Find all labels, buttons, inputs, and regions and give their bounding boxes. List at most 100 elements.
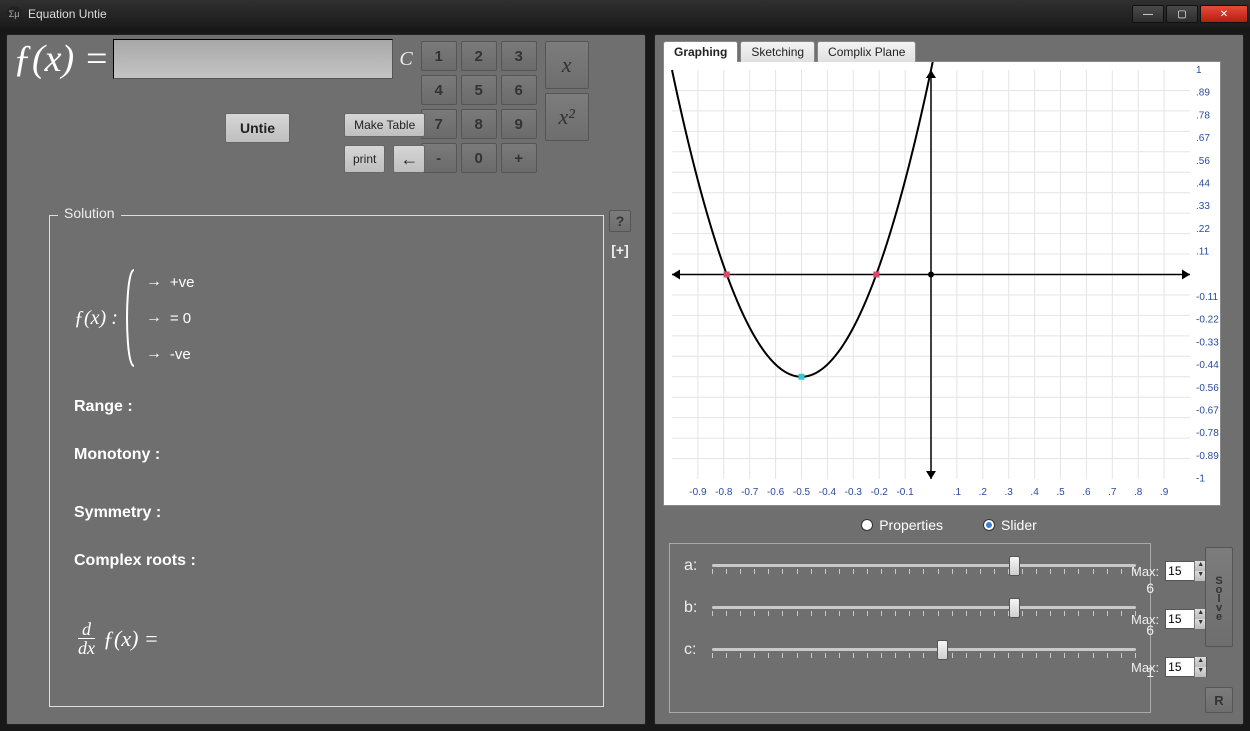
svg-text:-0.78: -0.78 — [1196, 428, 1219, 439]
svg-text:.8: .8 — [1134, 487, 1143, 498]
slider-c[interactable]: c: 1 — [684, 640, 1136, 660]
key-x2[interactable]: x² — [545, 93, 589, 141]
svg-text:.2: .2 — [979, 487, 988, 498]
max-c-label: Max: — [1131, 660, 1159, 675]
function-input[interactable] — [113, 39, 393, 79]
svg-text:-0.3: -0.3 — [845, 487, 863, 498]
make-table-button[interactable]: Make Table — [344, 113, 425, 137]
tab-complex-plane[interactable]: Complix Plane — [817, 41, 916, 62]
radio-properties[interactable]: Properties — [861, 517, 943, 533]
max-b-input[interactable] — [1166, 611, 1194, 627]
svg-text:-0.33: -0.33 — [1196, 337, 1219, 348]
maximize-button[interactable]: ▢ — [1166, 5, 1198, 23]
graph-canvas[interactable]: -0.9-0.8-0.7-0.6-0.5-0.4-0.3-0.2-0.1.1.2… — [663, 61, 1221, 506]
sign-negative: -ve — [170, 346, 191, 363]
key-7[interactable]: 7 — [421, 109, 457, 139]
right-panel: Graphing Sketching Complix Plane -0.9 -0.… — [654, 34, 1244, 725]
sliders-panel: a: 6 b: 6 c: 1 — [669, 543, 1151, 713]
sign-zero: = 0 — [170, 310, 191, 327]
svg-text:-0.4: -0.4 — [819, 487, 837, 498]
max-a-label: Max: — [1131, 564, 1159, 579]
solution-fx-label: ƒ(x) : — [74, 307, 118, 330]
svg-text:.33: .33 — [1196, 201, 1210, 212]
arrow-icon: → — [146, 309, 162, 327]
tab-sketching[interactable]: Sketching — [740, 41, 815, 62]
derivative-label: d dx ƒ(x) = — [74, 620, 587, 659]
window-title: Equation Untie — [28, 7, 107, 21]
svg-text:-0.2: -0.2 — [871, 487, 889, 498]
arrow-icon: → — [146, 273, 162, 291]
range-label: Range : — [74, 398, 587, 416]
solution-panel: Solution ? [+] ƒ(x) : →+ve →= 0 →- — [49, 215, 604, 707]
key-8[interactable]: 8 — [461, 109, 497, 139]
svg-text:-0.9: -0.9 — [689, 487, 707, 498]
radio-slider[interactable]: Slider — [983, 517, 1037, 533]
untie-button[interactable]: Untie — [225, 113, 290, 143]
backspace-button[interactable]: ← — [393, 145, 425, 173]
radio-icon — [861, 519, 873, 531]
svg-text:.56: .56 — [1196, 156, 1210, 167]
max-b-label: Max: — [1131, 612, 1159, 627]
svg-text:.6: .6 — [1082, 487, 1091, 498]
sign-positive: +ve — [170, 274, 195, 291]
svg-text:.7: .7 — [1108, 487, 1117, 498]
svg-text:-0.44: -0.44 — [1196, 360, 1219, 371]
tab-graphing[interactable]: Graphing — [663, 41, 738, 62]
svg-text:-0.11: -0.11 — [1196, 292, 1218, 303]
svg-text:.78: .78 — [1196, 110, 1210, 121]
svg-text:-0.5: -0.5 — [793, 487, 811, 498]
back-arrow-icon: ← — [400, 149, 418, 170]
key-2[interactable]: 2 — [461, 41, 497, 71]
solve-button[interactable]: Solve — [1205, 547, 1233, 647]
key-9[interactable]: 9 — [501, 109, 537, 139]
key-5[interactable]: 5 — [461, 75, 497, 105]
monotony-label: Monotony : — [74, 446, 587, 464]
expand-button[interactable]: [+] — [609, 242, 631, 258]
radio-icon — [983, 519, 995, 531]
key-0[interactable]: 0 — [461, 143, 497, 173]
svg-text:1: 1 — [1196, 65, 1202, 76]
minimize-button[interactable]: — — [1132, 5, 1164, 23]
svg-text:.9: .9 — [1160, 487, 1169, 498]
arrow-icon: → — [146, 345, 162, 363]
key-1[interactable]: 1 — [421, 41, 457, 71]
svg-text:.5: .5 — [1056, 487, 1065, 498]
help-button[interactable]: ? — [609, 210, 631, 232]
left-panel: ƒ(x) = C 1 2 3 4 5 6 7 8 9 - — [6, 34, 646, 725]
key-4[interactable]: 4 — [421, 75, 457, 105]
complex-roots-label: Complex roots : — [74, 552, 587, 570]
app-icon: Σμ — [6, 6, 22, 22]
constant-c-label[interactable]: C — [399, 48, 412, 71]
slider-b[interactable]: b: 6 — [684, 598, 1136, 618]
bracket-icon — [124, 268, 142, 368]
key-x[interactable]: x — [545, 41, 589, 89]
svg-text:-0.6: -0.6 — [767, 487, 785, 498]
svg-text:-0.89: -0.89 — [1196, 451, 1219, 462]
key-minus[interactable]: - — [421, 143, 457, 173]
svg-text:.1: .1 — [953, 487, 962, 498]
print-button[interactable]: print — [344, 145, 385, 173]
svg-text:-1: -1 — [1196, 474, 1205, 485]
key-plus[interactable]: + — [501, 143, 537, 173]
fx-label: ƒ(x) = C — [13, 37, 413, 81]
svg-text:-0.22: -0.22 — [1196, 315, 1219, 326]
svg-text:.44: .44 — [1196, 178, 1210, 189]
svg-text:.67: .67 — [1196, 133, 1210, 144]
svg-text:.22: .22 — [1196, 224, 1210, 235]
svg-text:-0.8: -0.8 — [715, 487, 733, 498]
svg-text:-0.7: -0.7 — [741, 487, 759, 498]
close-button[interactable]: ✕ — [1200, 5, 1248, 23]
keypad: 1 2 3 4 5 6 7 8 9 - 0 + — [421, 41, 537, 173]
key-3[interactable]: 3 — [501, 41, 537, 71]
titlebar: Σμ Equation Untie — ▢ ✕ — [0, 0, 1250, 28]
solution-legend: Solution — [58, 205, 121, 221]
svg-text:.4: .4 — [1030, 487, 1039, 498]
max-a-input[interactable] — [1166, 563, 1194, 579]
svg-text:.11: .11 — [1196, 247, 1210, 258]
svg-text:-0.67: -0.67 — [1196, 405, 1219, 416]
reset-button[interactable]: R — [1205, 687, 1233, 713]
svg-text:.89: .89 — [1196, 88, 1210, 99]
slider-a[interactable]: a: 6 — [684, 556, 1136, 576]
max-c-input[interactable] — [1166, 659, 1194, 675]
key-6[interactable]: 6 — [501, 75, 537, 105]
